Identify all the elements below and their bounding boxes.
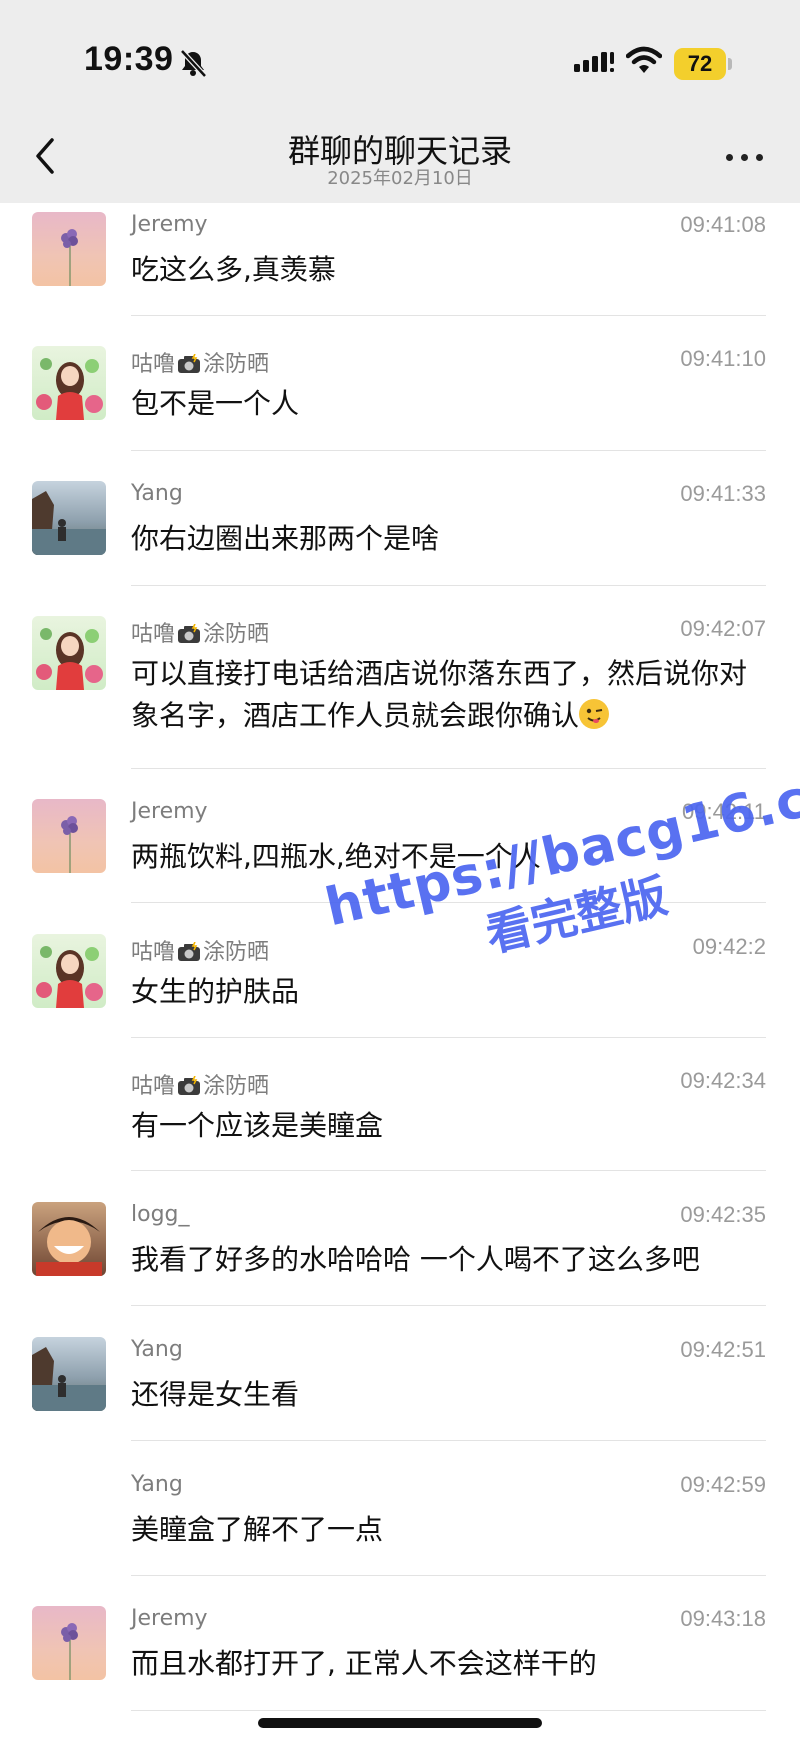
status-time: 19:39 (84, 40, 174, 78)
seaside-photo-icon (32, 1347, 106, 1411)
divider (131, 768, 766, 769)
anime-character-icon (36, 1217, 102, 1276)
message-item[interactable]: Jeremy 09:41:08 吃这么多,真羡慕 (0, 203, 800, 337)
sender-name-part: 咕噜 (131, 352, 176, 377)
divider (131, 1710, 766, 1711)
home-indicator[interactable] (258, 1718, 542, 1728)
message-item[interactable]: 咕噜 涂防晒 09:42:07 可以直接打电话给酒店说你落东西了，然后说你对象名字… (0, 607, 800, 767)
cellular-signal-icon (574, 52, 614, 72)
camera-flash-icon (178, 942, 201, 961)
message-text: 我看了好多的水哈哈哈 一个人喝不了这么多吧 (131, 1243, 700, 1276)
camera-flash-icon (178, 1076, 201, 1095)
sender-name: 咕噜 涂防晒 (131, 934, 269, 966)
divider (131, 1440, 766, 1441)
sender-name-part: 涂防晒 (203, 352, 270, 377)
message-item[interactable]: Yang 09:42:51 还得是女生看 (0, 1328, 800, 1462)
avatar-yang[interactable] (32, 1337, 106, 1411)
sender-name: 咕噜 涂防晒 (131, 346, 269, 378)
avatar-jeremy[interactable] (32, 212, 106, 286)
message-item[interactable]: logg_ 09:42:35 我看了好多的水哈哈哈 一个人喝不了这么多吧 (0, 1193, 800, 1327)
message-time: 09:42:34 (680, 1068, 766, 1093)
message-text: 你右边圈出来那两个是啥 (131, 522, 440, 555)
top-bar: 19:39 72 群聊的聊天记录 2025年02月10日 (0, 0, 800, 203)
sender-name-part: 咕噜 (131, 622, 176, 647)
sender-name: Yang (131, 1337, 183, 1362)
avatar-jeremy[interactable] (32, 799, 106, 873)
sender-name: logg_ (131, 1202, 190, 1227)
battery-indicator: 72 (674, 48, 726, 80)
avatar-jeremy[interactable] (32, 1606, 106, 1680)
avatar-gulu[interactable] (32, 616, 106, 690)
camera-flash-icon (178, 624, 201, 643)
sender-name: Yang (131, 1472, 183, 1497)
camera-flash-icon (178, 354, 201, 373)
message-time: 09:42:2 (692, 934, 766, 959)
message-time: 09:41:08 (680, 212, 766, 237)
message-text: 美瞳盒了解不了一点 (131, 1513, 384, 1546)
divider (131, 315, 766, 316)
divider (131, 585, 766, 586)
message-time: 09:42:51 (680, 1337, 766, 1362)
avatar-gulu[interactable] (32, 346, 106, 420)
flower-icon (61, 816, 78, 873)
message-text: 还得是女生看 (131, 1378, 300, 1411)
message-text-body: 可以直接打电话给酒店说你落东西了，然后说你对象名字，酒店工作人员就会跟你确认 (131, 657, 748, 732)
flower-icon (61, 1623, 78, 1680)
bell-off-icon (180, 49, 207, 78)
avatar-yang[interactable] (32, 481, 106, 555)
cartoon-girl-icon (36, 628, 103, 690)
message-time: 09:41:33 (680, 481, 766, 506)
cartoon-girl-icon (36, 946, 103, 1008)
message-time: 09:42:35 (680, 1202, 766, 1227)
seaside-photo-icon (32, 491, 106, 555)
message-text: 吃这么多,真羡慕 (131, 253, 336, 286)
winking-face-icon (579, 699, 610, 729)
divider (131, 1575, 766, 1576)
avatar-logg[interactable] (32, 1202, 106, 1276)
message-time: 09:41:10 (680, 346, 766, 371)
sender-name-part: 涂防晒 (203, 622, 270, 647)
wifi-icon (626, 46, 662, 73)
message-text: 有一个应该是美瞳盒 (131, 1109, 384, 1142)
sender-name: Jeremy (131, 799, 208, 824)
avatar-gulu[interactable] (32, 934, 106, 1008)
sender-name: 咕噜 涂防晒 (131, 616, 269, 648)
sender-name: Jeremy (131, 1606, 208, 1631)
sender-name: Yang (131, 481, 183, 506)
message-time: 09:42:59 (680, 1472, 766, 1497)
sender-name: 咕噜 涂防晒 (131, 1068, 269, 1100)
divider (131, 1305, 766, 1306)
message-item[interactable]: Yang 09:42:59 美瞳盒了解不了一点 (0, 1463, 800, 1597)
divider (131, 1170, 766, 1171)
more-horizontal-icon[interactable] (726, 150, 766, 164)
message-text: 包不是一个人 (131, 387, 300, 420)
message-item[interactable]: 咕噜 涂防晒 09:42:34 有一个应该是美瞳盒 (0, 1059, 800, 1193)
sender-name-part: 咕噜 (131, 1074, 176, 1099)
sender-name: Jeremy (131, 212, 208, 237)
message-time: 09:43:18 (680, 1606, 766, 1631)
message-text: 女生的护肤品 (131, 975, 300, 1008)
sender-name-part: 涂防晒 (203, 1074, 270, 1099)
sender-name-part: 涂防晒 (203, 940, 270, 965)
message-text: 可以直接打电话给酒店说你落东西了，然后说你对象名字，酒店工作人员就会跟你确认 (131, 653, 751, 737)
flower-icon (61, 229, 78, 286)
sender-name-part: 咕噜 (131, 940, 176, 965)
battery-nub (728, 58, 732, 70)
cartoon-girl-icon (36, 358, 103, 420)
page-subtitle-date: 2025年02月10日 (327, 168, 473, 189)
message-time: 09:42:07 (680, 616, 766, 641)
message-text: 而且水都打开了, 正常人不会这样干的 (131, 1647, 597, 1680)
divider (131, 450, 766, 451)
divider (131, 1037, 766, 1038)
